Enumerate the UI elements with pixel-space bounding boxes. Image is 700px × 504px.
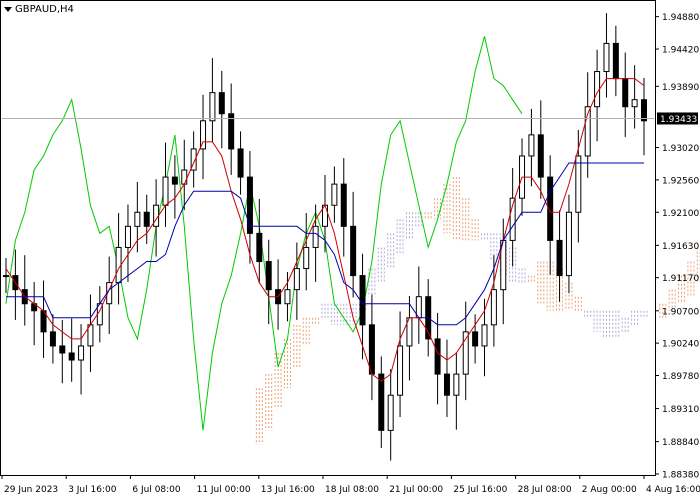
candle-body <box>368 324 375 375</box>
y-tick-label: 1.92100 <box>662 209 699 219</box>
x-tick-label: 29 Jun 2023 <box>4 485 58 495</box>
y-tick-label: 1.88380 <box>662 471 699 481</box>
plot-frame <box>0 0 656 476</box>
candle-body <box>218 92 225 115</box>
candle-body <box>594 71 601 108</box>
y-tick-label: 1.93890 <box>662 83 699 93</box>
candle-body <box>387 394 394 431</box>
candle-body <box>78 345 85 361</box>
candle-body <box>622 78 629 108</box>
candle-body <box>68 352 75 361</box>
symbol-text: GBPAUD,H4 <box>15 4 74 15</box>
chart-area[interactable]: 1.94880 1.94420 1.93890 1.93433 1.93020 1.925… <box>0 0 700 500</box>
y-tick-label: 1.90700 <box>662 307 699 317</box>
candle-body <box>256 232 263 263</box>
candle-body <box>312 225 319 248</box>
candle-body <box>171 176 178 185</box>
y-tick-label: 1.89310 <box>662 405 699 415</box>
x-axis: 29 Jun 2023 3 Jul 16:00 6 Jul 08:00 11 Jul … <box>1 475 700 495</box>
dropdown-triangle-icon[interactable] <box>4 7 12 12</box>
candle-body <box>115 246 122 284</box>
candle-body <box>237 148 244 178</box>
candle-body <box>359 275 366 326</box>
y-tick-label: 1.90240 <box>662 340 699 350</box>
y-axis: 1.94880 1.94420 1.93890 1.93433 1.93020 1.925… <box>655 13 699 481</box>
y-tick-label: 1.94880 <box>662 13 699 23</box>
x-tick-label: 4 Aug 16:00 <box>646 485 700 495</box>
candle-body <box>472 331 479 347</box>
x-tick-label: 21 Jul 00:00 <box>389 485 443 495</box>
candle-body <box>303 246 310 270</box>
candle-body <box>49 331 56 347</box>
candle-body <box>228 113 235 150</box>
candle-body <box>134 211 141 227</box>
candle-body <box>3 275 9 278</box>
x-tick-label: 3 Jul 16:00 <box>68 485 117 495</box>
candle-body <box>209 92 216 122</box>
y-tick-label: 1.94420 <box>662 46 699 56</box>
candle-body <box>443 373 450 396</box>
x-tick-label: 11 Jul 00:00 <box>197 485 251 495</box>
candle-body <box>434 338 441 375</box>
candle-body <box>378 373 385 431</box>
candle-body <box>481 324 488 347</box>
candle-body <box>397 345 404 396</box>
candle-body <box>59 345 66 354</box>
candle-body <box>641 99 647 122</box>
candle-body <box>556 239 563 277</box>
candle-body <box>631 99 638 108</box>
current-price-label: 1.93433 <box>660 115 697 125</box>
y-tick-label: 1.91630 <box>662 242 699 252</box>
candle-body <box>453 373 460 396</box>
candle-body <box>537 134 544 178</box>
candle-body <box>162 176 169 206</box>
symbol-label: GBPAUD,H4 <box>4 4 74 15</box>
candle-body <box>575 155 582 213</box>
y-tick-label: 1.91170 <box>662 274 699 284</box>
x-tick-label: 13 Jul 16:00 <box>261 485 315 495</box>
candle-body <box>181 169 188 185</box>
candle-body <box>603 42 610 73</box>
y-tick-label: 1.89780 <box>662 372 699 382</box>
candlestick-chart[interactable]: 1.94880 1.94420 1.93890 1.93433 1.93020 1.925… <box>0 0 700 500</box>
candle-body <box>490 289 497 326</box>
candle-body <box>612 42 619 80</box>
candle-body <box>265 261 272 291</box>
x-tick-label: 25 Jul 16:00 <box>453 485 507 495</box>
y-tick-label: 1.88840 <box>662 438 699 448</box>
candle-body <box>350 225 357 277</box>
candle-body <box>565 211 572 277</box>
x-tick-label: 6 Jul 08:00 <box>132 485 181 495</box>
candle-body <box>528 134 535 157</box>
candle-body <box>143 211 150 227</box>
x-tick-label: 2 Aug 00:00 <box>582 485 637 495</box>
candle-body <box>124 225 131 248</box>
x-tick-label: 18 Jul 08:00 <box>325 485 379 495</box>
x-tick-label: 28 Jul 08:00 <box>518 485 572 495</box>
candle-body <box>284 289 291 305</box>
candle-body <box>331 183 338 206</box>
y-tick-label: 1.92560 <box>662 176 699 186</box>
y-tick-label: 1.93020 <box>662 144 699 154</box>
candle-body <box>293 268 300 291</box>
candle-body <box>340 183 347 227</box>
